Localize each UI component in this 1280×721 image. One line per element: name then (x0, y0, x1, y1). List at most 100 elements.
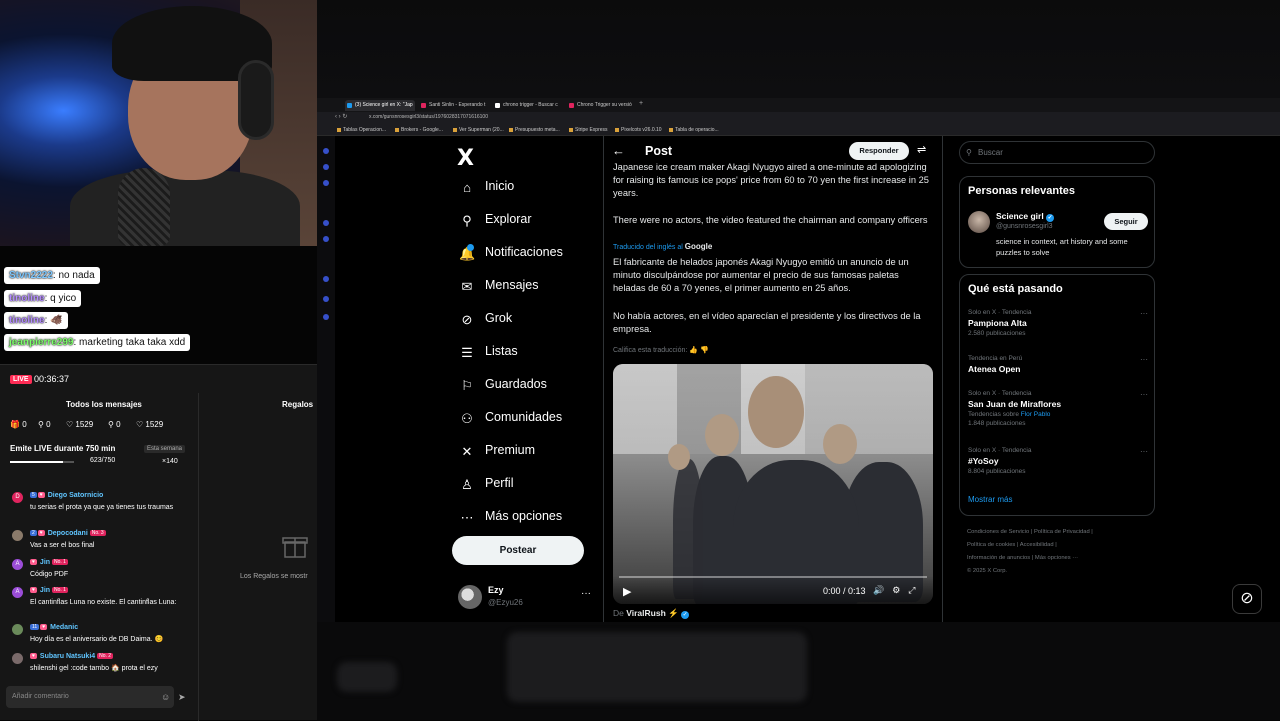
more-icon: ⋯ (460, 510, 474, 525)
verified-icon: ✓ (681, 611, 690, 619)
bookmark-item[interactable]: Tabla de operacio... (669, 127, 719, 133)
show-more-link[interactable]: Mostrar más (968, 495, 1012, 504)
video-source[interactable]: De ViralRush ⚡ ✓ (613, 608, 690, 619)
address-bar[interactable]: ‹ › ↻ x.com/gunsnrosesgirl3/status/19760… (317, 112, 1280, 124)
x-logo-icon[interactable]: X (457, 146, 474, 171)
bookmark-item[interactable]: Tablas Operacion... (337, 127, 386, 133)
bookmark-item[interactable]: Pixelcots v26.0.10 (615, 127, 662, 133)
nav-bookmarks[interactable]: ⚐ Guardados (459, 376, 569, 400)
nav-communities[interactable]: ⚇ Comunidades (459, 409, 579, 433)
emoji-icon[interactable]: ☺ (161, 692, 170, 702)
profile-name[interactable]: Science girl ✓ (996, 211, 1055, 222)
footer-link[interactable]: Política de cookies (967, 542, 1015, 548)
browser-sidebar (317, 136, 335, 622)
more-icon[interactable]: ··· (1140, 355, 1148, 364)
account-more-icon[interactable]: ··· (581, 588, 591, 599)
background-desktop-top (317, 0, 1280, 98)
more-icon[interactable]: ··· (1140, 447, 1148, 456)
list-icon: ☰ (461, 345, 473, 360)
trend-item[interactable]: Solo en X · Tendencia #YoSoy 8.804 publica… (968, 447, 1148, 475)
overlay-chat-message: tinoline: q yico (4, 290, 82, 307)
grok-icon: ⊘ (461, 312, 473, 327)
footer-link[interactable]: Accesibilidad (1020, 542, 1054, 548)
nav-more[interactable]: ⋯ Más opciones (459, 508, 579, 532)
home-icon: ⌂ (463, 180, 471, 195)
browser-tab[interactable]: chrono trigger - Buscar c (493, 100, 563, 111)
trend-item[interactable]: Solo en X · Tendencia Pampiona Alta 2.580 … (968, 309, 1148, 337)
chat-message: D 5 ♥ Diego Satornicio tu serias el prota… (12, 492, 197, 522)
nav-explore[interactable]: ⚲ Explorar (459, 211, 569, 235)
new-tab-icon[interactable]: + (639, 100, 643, 107)
card-title: Personas relevantes (968, 185, 1076, 197)
nav-profile[interactable]: ♙ Perfil (459, 475, 569, 499)
follow-button[interactable]: Seguir (1104, 213, 1148, 230)
trend-item[interactable]: Tendencia en Perú Atenea Open ··· (968, 355, 1148, 374)
nav-lists[interactable]: ☰ Listas (459, 343, 569, 367)
footer-link[interactable]: Información de anuncios (967, 555, 1030, 561)
more-icon[interactable]: ··· (1140, 309, 1148, 318)
chat-message: ♥ Subaru Natsuki4 No. 2 shilenshi gel :c… (12, 653, 197, 675)
avatar[interactable] (458, 585, 482, 609)
more-icon[interactable]: ··· (1140, 390, 1148, 399)
play-icon[interactable]: ▶ (623, 585, 631, 598)
profile-bio: science in context, art history and some… (996, 237, 1128, 257)
nav-home[interactable]: ⌂ Inicio (459, 178, 569, 202)
avatar[interactable] (968, 211, 990, 233)
thumbs-up-icon[interactable]: 👍 (689, 347, 698, 354)
goal-progress-text: 623/750 (90, 457, 116, 464)
bookmark-item[interactable]: Stripe Express (569, 127, 608, 133)
post-button[interactable]: Postear (452, 536, 584, 565)
nav-back-icon[interactable]: ‹ › ↻ (335, 113, 347, 120)
bookmark-item[interactable]: Ver Superman (20... (453, 127, 504, 133)
nav-messages[interactable]: ✉ Mensajes (459, 277, 569, 301)
goal-week-badge: Esta semana (144, 445, 186, 453)
avatar: A (12, 559, 23, 570)
bookmarks-bar: Tablas Operacion... Brokers - Google... … (317, 124, 1280, 136)
bookmark-item[interactable]: Presupuesto meta... (509, 127, 560, 133)
card-title: Qué está pasando (968, 283, 1063, 295)
stream-chat-overlay: Stvn2222: no nada tinoline: q yico tinol… (0, 262, 317, 358)
reply-button[interactable]: Responder (849, 142, 909, 160)
grok-button-icon[interactable]: ⊘ (1232, 584, 1262, 614)
post-text-translated: El fabricante de helados japonés Akagi N… (613, 257, 909, 293)
back-arrow-icon[interactable]: ← (612, 143, 625, 158)
nav-grok[interactable]: ⊘ Grok (459, 310, 569, 334)
webcam-feed (0, 0, 317, 246)
tab-all-messages[interactable]: Todos los mensajes (66, 400, 142, 409)
video-time: 0:00 / 0:13 (823, 586, 866, 596)
account-name[interactable]: Ezy (488, 585, 504, 595)
post-column: ← Post Responder ⇌ Japanese ice cream ma… (603, 136, 943, 622)
search-input[interactable]: ⚲ Buscar (959, 141, 1155, 164)
footer-links: Condiciones de Servicio | Política de Pr… (967, 529, 1093, 574)
browser-tab[interactable]: Chrono Trigger su versió (567, 100, 637, 111)
microphone-icon (118, 168, 170, 246)
account-handle[interactable]: @Ezyu26 (488, 598, 523, 607)
video-progress-track[interactable] (619, 576, 927, 578)
live-timer: 00:36:37 (34, 374, 70, 384)
browser-tab[interactable]: Santi Sinlin - Esperando t (419, 100, 489, 111)
thumbs-down-icon[interactable]: 👎 (700, 347, 709, 354)
post-video[interactable]: ▶ 0:00 / 0:13 🔊⚙⤢ (613, 364, 933, 604)
footer-link[interactable]: Más opciones ··· (1035, 555, 1078, 561)
viewer-stat: ⚲ 0 (108, 420, 121, 429)
notification-dot (467, 244, 474, 251)
settings-sliders-icon[interactable]: ⇌ (917, 143, 926, 156)
footer-link[interactable]: Condiciones de Servicio (967, 529, 1029, 535)
send-icon[interactable]: ➤ (178, 692, 186, 703)
translated-label[interactable]: Traducido del inglés al Google (613, 242, 712, 251)
comment-input[interactable]: Añadir comentario (6, 686, 174, 708)
trend-item[interactable]: Solo en X · Tendencia San Juan de Miraflo… (968, 390, 1148, 427)
video-control-icons[interactable]: 🔊⚙⤢ (873, 585, 923, 596)
footer-link[interactable]: Política de Privacidad (1034, 529, 1090, 535)
bookmark-item[interactable]: Brokers - Google... (395, 127, 443, 133)
like-stat: ♡ 1529 (66, 420, 94, 429)
search-icon: ⚲ (462, 213, 472, 228)
avatar: A (12, 587, 23, 598)
url-text[interactable]: x.com/gunsnrosesgirl3/status/19760283170… (369, 114, 488, 120)
relevant-people-card: Personas relevantes Science girl ✓ @guns… (959, 176, 1155, 268)
browser-tab[interactable]: (3) Science girl en X: "Jap (345, 100, 415, 111)
nav-premium[interactable]: ✕ Premium (459, 442, 569, 466)
post-text-original-2: There were no actors, the video featured… (613, 215, 928, 225)
nav-notifications[interactable]: 🔔 Notificaciones (459, 244, 589, 268)
profile-handle[interactable]: @gunsnrosesgirl3 (996, 223, 1053, 230)
